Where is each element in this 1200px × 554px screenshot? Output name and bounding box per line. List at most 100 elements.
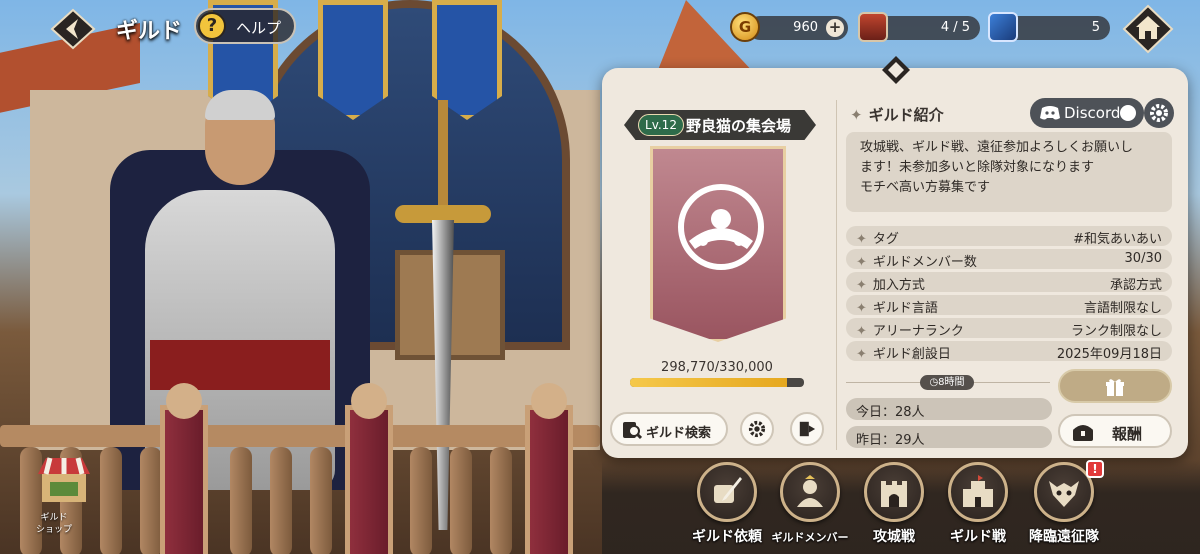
nav-label: 降臨遠征隊 — [1029, 529, 1099, 545]
info-key: 加入方式 — [872, 278, 925, 293]
railing-post — [525, 405, 573, 554]
leave-guild-button[interactable] — [790, 412, 824, 446]
link-icon — [1120, 105, 1136, 121]
ticket-value: 5 — [1091, 20, 1100, 35]
guild-shop-button[interactable]: ギルド ショップ — [22, 446, 106, 536]
railing-post — [345, 405, 393, 554]
guild-name-badge: Lv.12 野良猫の集会場 — [624, 110, 816, 140]
diamond-bullet-icon: ✦ — [850, 106, 863, 124]
guild-exp-text: 298,770/330,000 — [661, 360, 773, 375]
gear-icon — [1150, 104, 1168, 122]
info-key: ギルドメンバー数 — [872, 255, 977, 270]
info-value: ランク制限なし — [1070, 324, 1162, 339]
knight-sash — [150, 340, 330, 390]
gold-value: 960 — [793, 20, 818, 35]
notification-badge: ! — [1086, 460, 1104, 478]
nav-siege[interactable]: 攻城戦 — [852, 462, 936, 550]
today-count-text: 今日：28人 — [856, 405, 925, 420]
guild-search-label: ギルド検索 — [646, 426, 712, 441]
info-row-founded: ✦ ギルド創設日 2025年09月18日 — [846, 341, 1172, 362]
reward-button[interactable]: 報酬 — [1058, 414, 1172, 448]
nav-guild-requests[interactable]: ギルド依頼 — [685, 462, 769, 550]
railing-top — [0, 425, 600, 447]
add-gold-button[interactable]: + — [826, 19, 844, 37]
diamond-bullet-icon: ✦ — [856, 232, 867, 247]
yesterday-count: 昨日：29人 — [846, 426, 1052, 448]
nav-guild-members[interactable]: ギルドメンバー — [768, 462, 852, 550]
diamond-bullet-icon: ✦ — [856, 255, 867, 270]
baluster — [230, 447, 252, 554]
discord-icon — [1040, 106, 1060, 120]
home-button[interactable] — [1122, 4, 1174, 54]
guild-level: Lv.12 — [638, 114, 684, 136]
post-finial — [531, 383, 567, 419]
guild-exp-bar — [630, 378, 804, 387]
scroll-quill-icon — [714, 477, 742, 503]
info-value: 2025年09月18日 — [1056, 347, 1162, 362]
guild-exp-fill — [630, 378, 788, 387]
diamond-bullet-icon: ✦ — [856, 301, 867, 316]
baluster — [140, 447, 162, 554]
nav-guild-war[interactable]: ギルド戦 — [936, 462, 1020, 550]
reward-label: 報酬 — [1112, 425, 1143, 443]
guild-search-button[interactable]: ギルド検索 — [610, 412, 728, 446]
info-value: #和気あいあい — [1073, 232, 1162, 247]
railing-post — [160, 405, 208, 554]
reset-timer-value: 8時間 — [938, 377, 965, 388]
guild-settings-button[interactable] — [740, 412, 774, 446]
back-button[interactable] — [50, 8, 96, 50]
ticket-counter: 5 — [1006, 16, 1110, 40]
guild-emblem-icon — [678, 184, 764, 270]
guild-intro-heading: ✦ ギルド紹介 — [850, 104, 944, 125]
guild-emblem-banner — [650, 146, 786, 342]
diamond-bullet-icon: ✦ — [856, 347, 867, 362]
yesterday-count-text: 昨日：29人 — [856, 433, 925, 448]
help-label: ヘルプ — [236, 19, 282, 37]
stamina-counter: 4 / 5 — [876, 16, 980, 40]
guild-intro-title: ギルド紹介 — [868, 106, 944, 124]
gift-button[interactable] — [1058, 369, 1172, 403]
guild-shield-icon — [858, 12, 888, 42]
info-key: アリーナランク — [872, 324, 964, 339]
nav-icon-frame — [780, 462, 840, 522]
member-icon — [797, 475, 823, 507]
intro-line: ます！未参加多いと除隊対象になります — [860, 160, 1095, 175]
gear-icon — [748, 420, 766, 438]
shop-tent-icon — [38, 457, 90, 502]
info-row-tag: ✦ タグ #和気あいあい — [846, 226, 1172, 247]
sword-hilt — [438, 100, 448, 210]
guild-intro-text: 攻城戦、ギルド戦、遠征参加よろしくお願いし ます！未参加多いと除隊対象になります… — [846, 132, 1172, 212]
diamond-bullet-icon: ✦ — [856, 324, 867, 339]
question-icon: ? — [198, 12, 226, 40]
diamond-bullet-icon: ✦ — [856, 278, 867, 293]
search-icon — [623, 422, 642, 440]
info-key: タグ — [872, 232, 899, 247]
exit-door-icon — [799, 421, 816, 437]
baluster — [450, 447, 472, 554]
discord-label: Discord — [1064, 104, 1121, 122]
top-bar: ギルド ? ヘルプ 960 + G 4 / 5 5 — [0, 0, 1200, 56]
help-button[interactable]: ? ヘルプ — [194, 8, 296, 44]
info-value: 承認方式 — [1109, 278, 1162, 293]
gift-icon — [1106, 379, 1124, 396]
info-row-join-method: ✦ 加入方式 承認方式 — [846, 272, 1172, 293]
post-finial — [166, 383, 202, 419]
nav-icon-frame — [697, 462, 757, 522]
baluster — [410, 447, 432, 554]
crossed-swords-icon — [988, 12, 1018, 42]
info-row-members: ✦ ギルドメンバー数 30/30 — [846, 249, 1172, 270]
discord-button[interactable]: Discord — [1030, 98, 1144, 128]
gold-counter: 960 + — [748, 16, 848, 40]
panel-ornament-icon — [882, 56, 910, 84]
gold-coin-icon: G — [730, 12, 760, 42]
intro-line: モチベ高い方募集です — [860, 180, 991, 195]
info-key: ギルド創設日 — [872, 347, 951, 362]
home-icon — [1122, 4, 1174, 54]
clock-icon: ◷ — [929, 377, 939, 388]
intro-settings-button[interactable] — [1144, 98, 1174, 128]
reset-timer: ◷8時間 — [920, 375, 974, 390]
knight-hair — [205, 90, 275, 120]
baluster — [270, 447, 292, 554]
nav-icon-frame — [864, 462, 924, 522]
beast-skull-icon — [1049, 481, 1079, 507]
